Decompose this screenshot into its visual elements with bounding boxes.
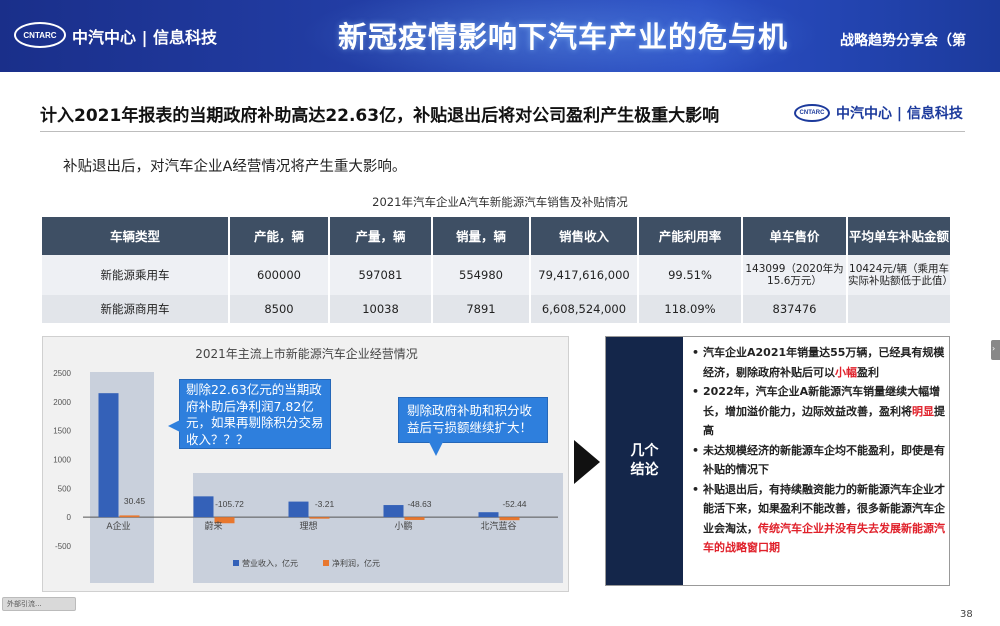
col-header: 产量，辆: [329, 217, 433, 255]
table-cell: 600000: [229, 255, 330, 295]
conclusion-box: 几个结论 汽车企业A2021年销量达55万辆，已经具有规模经济，剔除政府补贴后可…: [605, 336, 950, 586]
net-profit-data-label: 30.45: [124, 496, 146, 506]
conclusion-emphasis: 小幅: [835, 365, 857, 379]
sales-table: 车辆类型 产能，辆 产量，辆 销量，辆 销售收入 产能利用率 单车售价 平均单车…: [42, 217, 953, 323]
banner-title: 新冠疫情影响下汽车产业的危与机: [338, 20, 789, 54]
conclusion-emphasis: 明显: [912, 404, 934, 418]
legend-label: 营业收入，亿元: [242, 558, 298, 568]
table-cell: 7891: [432, 295, 531, 323]
page-number: 38: [960, 609, 973, 620]
net-profit-bar: [404, 517, 425, 520]
category-label: A企业: [106, 520, 130, 532]
legend-swatch: [233, 560, 239, 566]
legend-swatch: [323, 560, 329, 566]
cntarc-logo: CNTARC: [14, 22, 66, 48]
banner-subtitle: 战略趋势分享会（第: [840, 33, 966, 49]
table-cell: 554980: [432, 255, 531, 295]
col-header: 单车售价: [742, 217, 848, 255]
table-cell: 10424元/辆（乘用车实际补贴额低于此值）: [847, 255, 953, 295]
table-title: 2021年汽车企业A汽车新能源汽车销售及补贴情况: [372, 195, 628, 209]
conclusion-text: 未达规模经济的新能源车企均不能盈利，即使是有补贴的情况下: [703, 443, 945, 477]
table-cell: 新能源乘用车: [42, 255, 230, 295]
net-profit-data-label: -52.44: [502, 499, 526, 509]
chart-panel: 2500 2000 1500 1000 500 0 -500 30.45 A企业 -105.72 蔚…: [42, 336, 569, 592]
conclusion-item: 汽车企业A2021年销量达55万辆，已经具有规模经济，剔除政府补贴后可以小幅盈利: [691, 343, 947, 382]
y-tick-label: 1500: [53, 427, 71, 436]
heading-org-name: 中汽中心 | 信息科技: [836, 106, 963, 122]
table-row: 新能源乘用车 600000 597081 554980 79,417,616,0…: [42, 255, 953, 295]
conclusion-label-text: 几个结论: [630, 443, 659, 478]
bar-chart: 2500 2000 1500 1000 500 0 -500 30.45 A企业 -105.72 蔚…: [53, 369, 558, 568]
conclusion-text: 汽车企业A2021年销量达55万辆，已经具有规模经济，剔除政府补贴后可以: [703, 346, 945, 379]
table-cell: 8500: [229, 295, 330, 323]
net-profit-data-label: -105.72: [215, 499, 244, 509]
conclusion-text: 2022年，汽车企业A新能源汽车销量继续大幅增长，增加溢价能力，边际效益改善，盈…: [703, 385, 941, 418]
net-profit-data-label: -48.63: [407, 499, 431, 509]
right-arrow-icon: [574, 440, 600, 484]
net-profit-data-label: -3.21: [315, 499, 335, 509]
net-profit-bar: [309, 517, 330, 519]
table-cell: 597081: [329, 255, 433, 295]
conclusion-item: 2022年，汽车企业A新能源汽车销量继续大幅增长，增加溢价能力，边际效益改善，盈…: [691, 382, 947, 441]
banner-org-name: 中汽中心 | 信息科技: [72, 28, 217, 47]
net-profit-bar: [119, 515, 140, 518]
conclusion-list: 汽车企业A2021年销量达55万辆，已经具有规模经济，剔除政府补贴后可以小幅盈利…: [691, 343, 947, 558]
conclusion-item: 补贴退出后，有持续融资能力的新能源汽车企业才能活下来，如果盈利不能改善，很多新能…: [691, 480, 947, 558]
side-panel-toggle[interactable]: ›: [991, 340, 1000, 360]
heading-divider: [40, 131, 965, 132]
table-cell: [847, 295, 950, 323]
callout-subsidy-note: 剔除22.63亿元的当期政府补助后净利润7.82亿元，如果再剔除积分交易收入？？…: [168, 379, 331, 449]
table-cell: 6,608,524,000: [530, 295, 639, 323]
table-cell: 99.51%: [638, 255, 743, 295]
y-tick-label: -500: [55, 542, 72, 551]
chevron-right-icon: ›: [992, 344, 996, 353]
chart-title: 2021年主流上市新能源汽车企业经营情况: [195, 347, 418, 361]
category-label: 理想: [299, 520, 317, 532]
revenue-bar: [98, 393, 119, 518]
table-cell: 10038: [329, 295, 433, 323]
net-profit-bar: [499, 517, 520, 521]
table-row: 新能源商用车 8500 10038 7891 6,608,524,000 118…: [42, 295, 950, 323]
category-label: 小鹏: [394, 520, 412, 532]
category-label: 北汽蓝谷: [480, 520, 516, 532]
y-tick-label: 2000: [53, 398, 71, 407]
table-cell: 143099（2020年为15.6万元）: [742, 255, 848, 295]
y-tick-label: 500: [58, 484, 72, 493]
col-header: 车辆类型: [42, 217, 230, 255]
col-header: 销量，辆: [432, 217, 531, 255]
category-label: 蔚来: [204, 520, 222, 532]
conclusion-text: 盈利: [857, 365, 879, 379]
conclusion-item: 未达规模经济的新能源车企均不能盈利，即使是有补贴的情况下: [691, 441, 947, 480]
y-tick-label: 1000: [53, 456, 71, 465]
col-header: 产能利用率: [638, 217, 743, 255]
table-header-row: 车辆类型 产能，辆 产量，辆 销量，辆 销售收入 产能利用率 单车售价 平均单车…: [42, 217, 950, 255]
table-cell: 79,417,616,000: [530, 255, 639, 295]
y-tick-label: 0: [67, 513, 72, 522]
intro-text: 补贴退出后，对汽车企业A经营情况将产生重大影响。: [63, 159, 407, 175]
table-cell: 新能源商用车: [42, 295, 230, 323]
table-cell: 118.09%: [638, 295, 743, 323]
logo-text: CNTARC: [23, 30, 57, 40]
thumbnail-chip[interactable]: 外部引流...: [2, 597, 76, 611]
heading-logo: CNTARC: [794, 104, 830, 122]
revenue-bar: [288, 501, 309, 518]
revenue-bar: [383, 505, 404, 518]
top-banner: CNTARC 中汽中心 | 信息科技 新冠疫情影响下汽车产业的危与机 战略趋势分…: [0, 0, 1000, 72]
revenue-bar: [478, 512, 499, 518]
y-tick-label: 2500: [53, 369, 71, 378]
callout-loss-note: 剔除政府补助和积分收益后亏损额继续扩大！: [398, 397, 548, 456]
heading-logo-text: CNTARC: [799, 110, 825, 116]
revenue-bar: [193, 496, 214, 518]
table-cell: 837476: [742, 295, 848, 323]
col-header: 平均单车补贴金额: [847, 217, 950, 255]
conclusion-label: 几个结论: [606, 337, 683, 585]
col-header: 销售收入: [530, 217, 639, 255]
slide-heading: 计入2021年报表的当期政府补助高达22.63亿，补贴退出后将对公司盈利产生极重…: [40, 106, 720, 126]
col-header: 产能，辆: [229, 217, 330, 255]
legend-label: 净利润，亿元: [332, 558, 380, 568]
